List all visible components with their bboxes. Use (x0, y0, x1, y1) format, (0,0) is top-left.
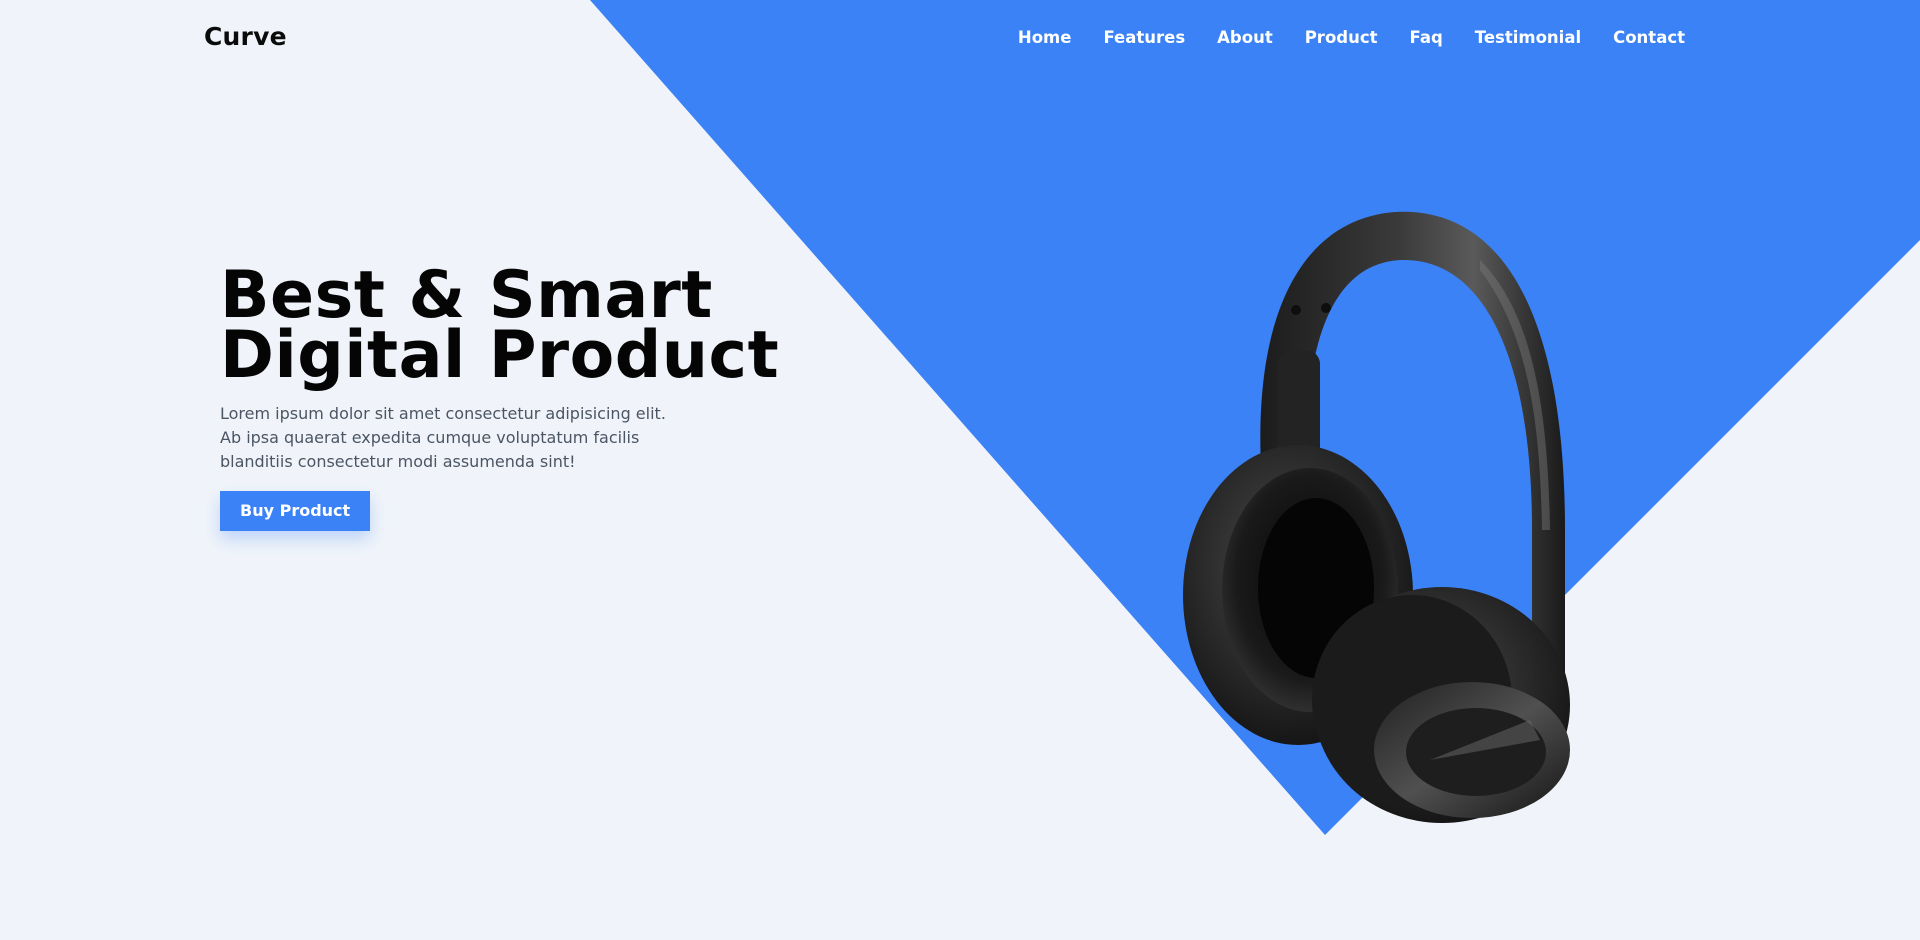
nav-item-contact: Contact (1613, 28, 1685, 47)
hero-title-line-2: Digital Product (220, 318, 780, 393)
right-ear-cap-center (1406, 708, 1546, 796)
headphones-icon (1183, 211, 1570, 823)
nav-link-faq[interactable]: Faq (1410, 28, 1443, 47)
landing-page: Curve Home Features About Product Faq Te… (0, 0, 1920, 940)
nav-link-contact[interactable]: Contact (1613, 28, 1685, 47)
nav-link-home[interactable]: Home (1018, 28, 1072, 47)
nav-link-about[interactable]: About (1217, 28, 1273, 47)
hero-title-line-1: Best & Smart (220, 258, 713, 333)
brand-logo[interactable]: Curve (204, 22, 287, 51)
navbar: Curve Home Features About Product Faq Te… (0, 0, 1920, 80)
left-slider-dot-1 (1291, 305, 1301, 315)
hero-section: Best & Smart Digital Product Lorem ipsum… (220, 258, 840, 531)
nav-menu: Home Features About Product Faq Testimon… (1018, 28, 1685, 47)
nav-item-about: About (1217, 28, 1273, 47)
nav-item-home: Home (1018, 28, 1072, 47)
left-slider-dot-2 (1321, 303, 1331, 313)
nav-item-features: Features (1103, 28, 1185, 47)
nav-item-product: Product (1305, 28, 1378, 47)
nav-item-testimonial: Testimonial (1475, 28, 1581, 47)
nav-link-testimonial[interactable]: Testimonial (1475, 28, 1581, 47)
buy-product-button[interactable]: Buy Product (220, 491, 371, 531)
nav-item-faq: Faq (1410, 28, 1443, 47)
hero-title: Best & Smart Digital Product (220, 258, 840, 393)
nav-link-features[interactable]: Features (1103, 28, 1185, 47)
nav-link-product[interactable]: Product (1305, 28, 1378, 47)
hero-description: Lorem ipsum dolor sit amet consectetur a… (220, 404, 666, 471)
